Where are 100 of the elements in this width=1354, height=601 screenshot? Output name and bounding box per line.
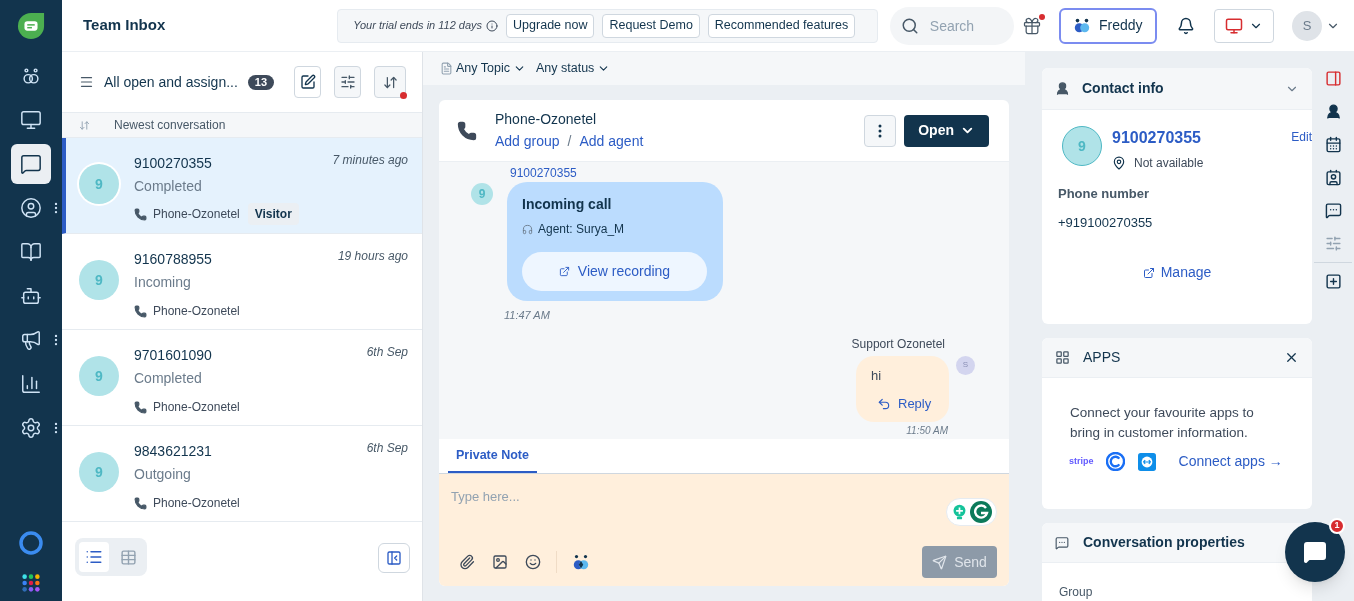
edit-link[interactable]: Edit xyxy=(1291,128,1312,146)
reply-button[interactable]: Reply xyxy=(877,394,932,414)
agent-label: Agent: Surya_M xyxy=(538,221,625,238)
phone-icon xyxy=(134,400,147,414)
c-logo-icon xyxy=(1105,452,1125,471)
filter-dropdown[interactable]: Any status xyxy=(535,59,611,78)
apps-description: Connect your favourite apps to bring in customer information. xyxy=(1070,404,1255,442)
collapse-button[interactable] xyxy=(378,543,410,573)
location-icon xyxy=(1112,156,1126,170)
contact-avatar: 9 xyxy=(79,356,119,396)
sliders-icon xyxy=(339,74,356,90)
panel-icon[interactable] xyxy=(1324,70,1342,87)
filter-dropdown[interactable]: Any Topic xyxy=(440,59,526,78)
conversation-time: 19 hours ago xyxy=(337,248,408,265)
conversation-item[interactable]: 9 9160788955 19 hours ago Incoming Phone-Ozonetel xyxy=(62,234,422,330)
count-badge: 13 xyxy=(247,74,275,90)
add-agent-link[interactable]: Add agent xyxy=(579,131,644,152)
freddy-logo-icon[interactable] xyxy=(572,553,590,571)
banner-button[interactable]: Upgrade now xyxy=(506,13,595,38)
calendar-icon[interactable] xyxy=(1324,136,1342,153)
sort-button[interactable] xyxy=(374,66,406,98)
manage-link[interactable]: Manage xyxy=(1142,262,1212,283)
user-avatar[interactable]: S xyxy=(1292,10,1322,41)
contact-number: 9843621231 xyxy=(134,442,212,461)
edit-icon xyxy=(299,74,316,90)
view-title[interactable]: All open and assign... xyxy=(103,71,238,93)
table-icon xyxy=(119,548,137,566)
bell-icon[interactable] xyxy=(1176,16,1195,35)
headphones-icon xyxy=(522,223,533,235)
nav-item[interactable] xyxy=(11,144,51,184)
phone-icon xyxy=(134,207,147,221)
page-title: Team Inbox xyxy=(83,15,167,36)
panel-icon xyxy=(386,550,402,566)
settings-icon xyxy=(20,417,42,439)
attach-icon[interactable] xyxy=(459,554,475,570)
image-icon[interactable] xyxy=(492,554,508,570)
add-group-link[interactable]: Add group xyxy=(495,131,560,152)
trial-text: Your trial ends in 112 days xyxy=(353,18,483,34)
reply-icon xyxy=(877,396,891,411)
emoji-icon[interactable] xyxy=(525,554,541,570)
phone-icon xyxy=(134,304,147,318)
sender-name: Support Ozonetel xyxy=(851,335,945,353)
add-icon[interactable] xyxy=(1324,273,1342,290)
sliders-icon[interactable] xyxy=(1324,235,1342,252)
field-value: +919100270355 xyxy=(1058,213,1154,232)
ring-icon[interactable] xyxy=(19,531,43,555)
document-icon xyxy=(440,62,453,75)
message-time: 11:50 AM xyxy=(906,424,948,437)
sender-name: 9100270355 xyxy=(510,165,578,182)
monitor-icon xyxy=(20,109,42,131)
view-recording-button[interactable]: View recording xyxy=(522,252,707,291)
conversation-status: Outgoing xyxy=(134,465,192,484)
contact-avatar: 9 xyxy=(1062,126,1102,166)
chat-icon xyxy=(20,153,42,175)
conversation-time: 7 minutes ago xyxy=(332,152,408,169)
contact-number: 9701601090 xyxy=(134,346,212,365)
search-field[interactable]: Search xyxy=(889,6,1014,45)
chart-icon xyxy=(20,373,42,395)
chat-icon xyxy=(1303,540,1327,564)
filter-button[interactable] xyxy=(334,66,361,98)
contact-avatar: 9 xyxy=(79,260,119,300)
search-icon xyxy=(900,16,919,35)
close-icon[interactable] xyxy=(1284,350,1299,365)
conversation-item[interactable]: 9 9100270355 7 minutes ago Completed Phone-Ozonetel Visitor xyxy=(62,138,422,234)
apps-icon xyxy=(1055,350,1070,365)
phone-icon xyxy=(134,496,147,510)
conversation-item[interactable]: 9 9701601090 6th Sep Completed Phone-Ozonetel xyxy=(62,330,422,426)
send-icon xyxy=(932,554,948,570)
contact-number: 9100270355 xyxy=(134,154,212,173)
gift-icon[interactable] xyxy=(1021,15,1042,36)
contact-number: 9160788955 xyxy=(134,250,212,269)
field-label: Phone number xyxy=(1058,185,1150,203)
card-title: Contact info xyxy=(1082,79,1164,98)
list-view-button[interactable] xyxy=(79,542,109,572)
card-title: APPS xyxy=(1083,348,1121,367)
contact-icon[interactable] xyxy=(1324,103,1342,120)
contact-card-icon[interactable] xyxy=(1324,169,1342,186)
freddy-logo-icon xyxy=(1072,16,1091,35)
visitor-tag: Visitor xyxy=(247,203,299,225)
monitor-dropdown[interactable] xyxy=(1214,8,1274,43)
info-icon[interactable] xyxy=(486,19,499,32)
freddy-button[interactable]: Freddy xyxy=(1058,7,1157,44)
compose-button[interactable] xyxy=(294,66,322,98)
apps-grid-icon[interactable] xyxy=(21,573,41,593)
link-separator: / xyxy=(567,132,572,151)
sort-icon xyxy=(382,74,398,90)
list-icon xyxy=(85,548,103,566)
contact-name[interactable]: 9100270355 xyxy=(1112,126,1201,150)
chat-settings-icon[interactable] xyxy=(1324,202,1342,219)
channel-name: Phone-Ozonetel xyxy=(153,495,240,512)
banner-button[interactable]: Recommended features xyxy=(707,13,856,38)
contact-avatar: 9 xyxy=(79,164,119,204)
banner-button[interactable]: Request Demo xyxy=(602,13,700,38)
status-button[interactable]: Open xyxy=(904,114,989,147)
conversation-item[interactable]: 9 9843621231 6th Sep Outgoing Phone-Ozonetel xyxy=(62,426,422,522)
g-logo-icon xyxy=(970,501,992,523)
note-input[interactable]: Type here... xyxy=(451,486,946,506)
connect-apps-link[interactable]: Connect apps → xyxy=(1178,451,1283,472)
channel-name: Phone-Ozonetel xyxy=(153,206,240,223)
card-title: Conversation properties xyxy=(1083,533,1245,552)
